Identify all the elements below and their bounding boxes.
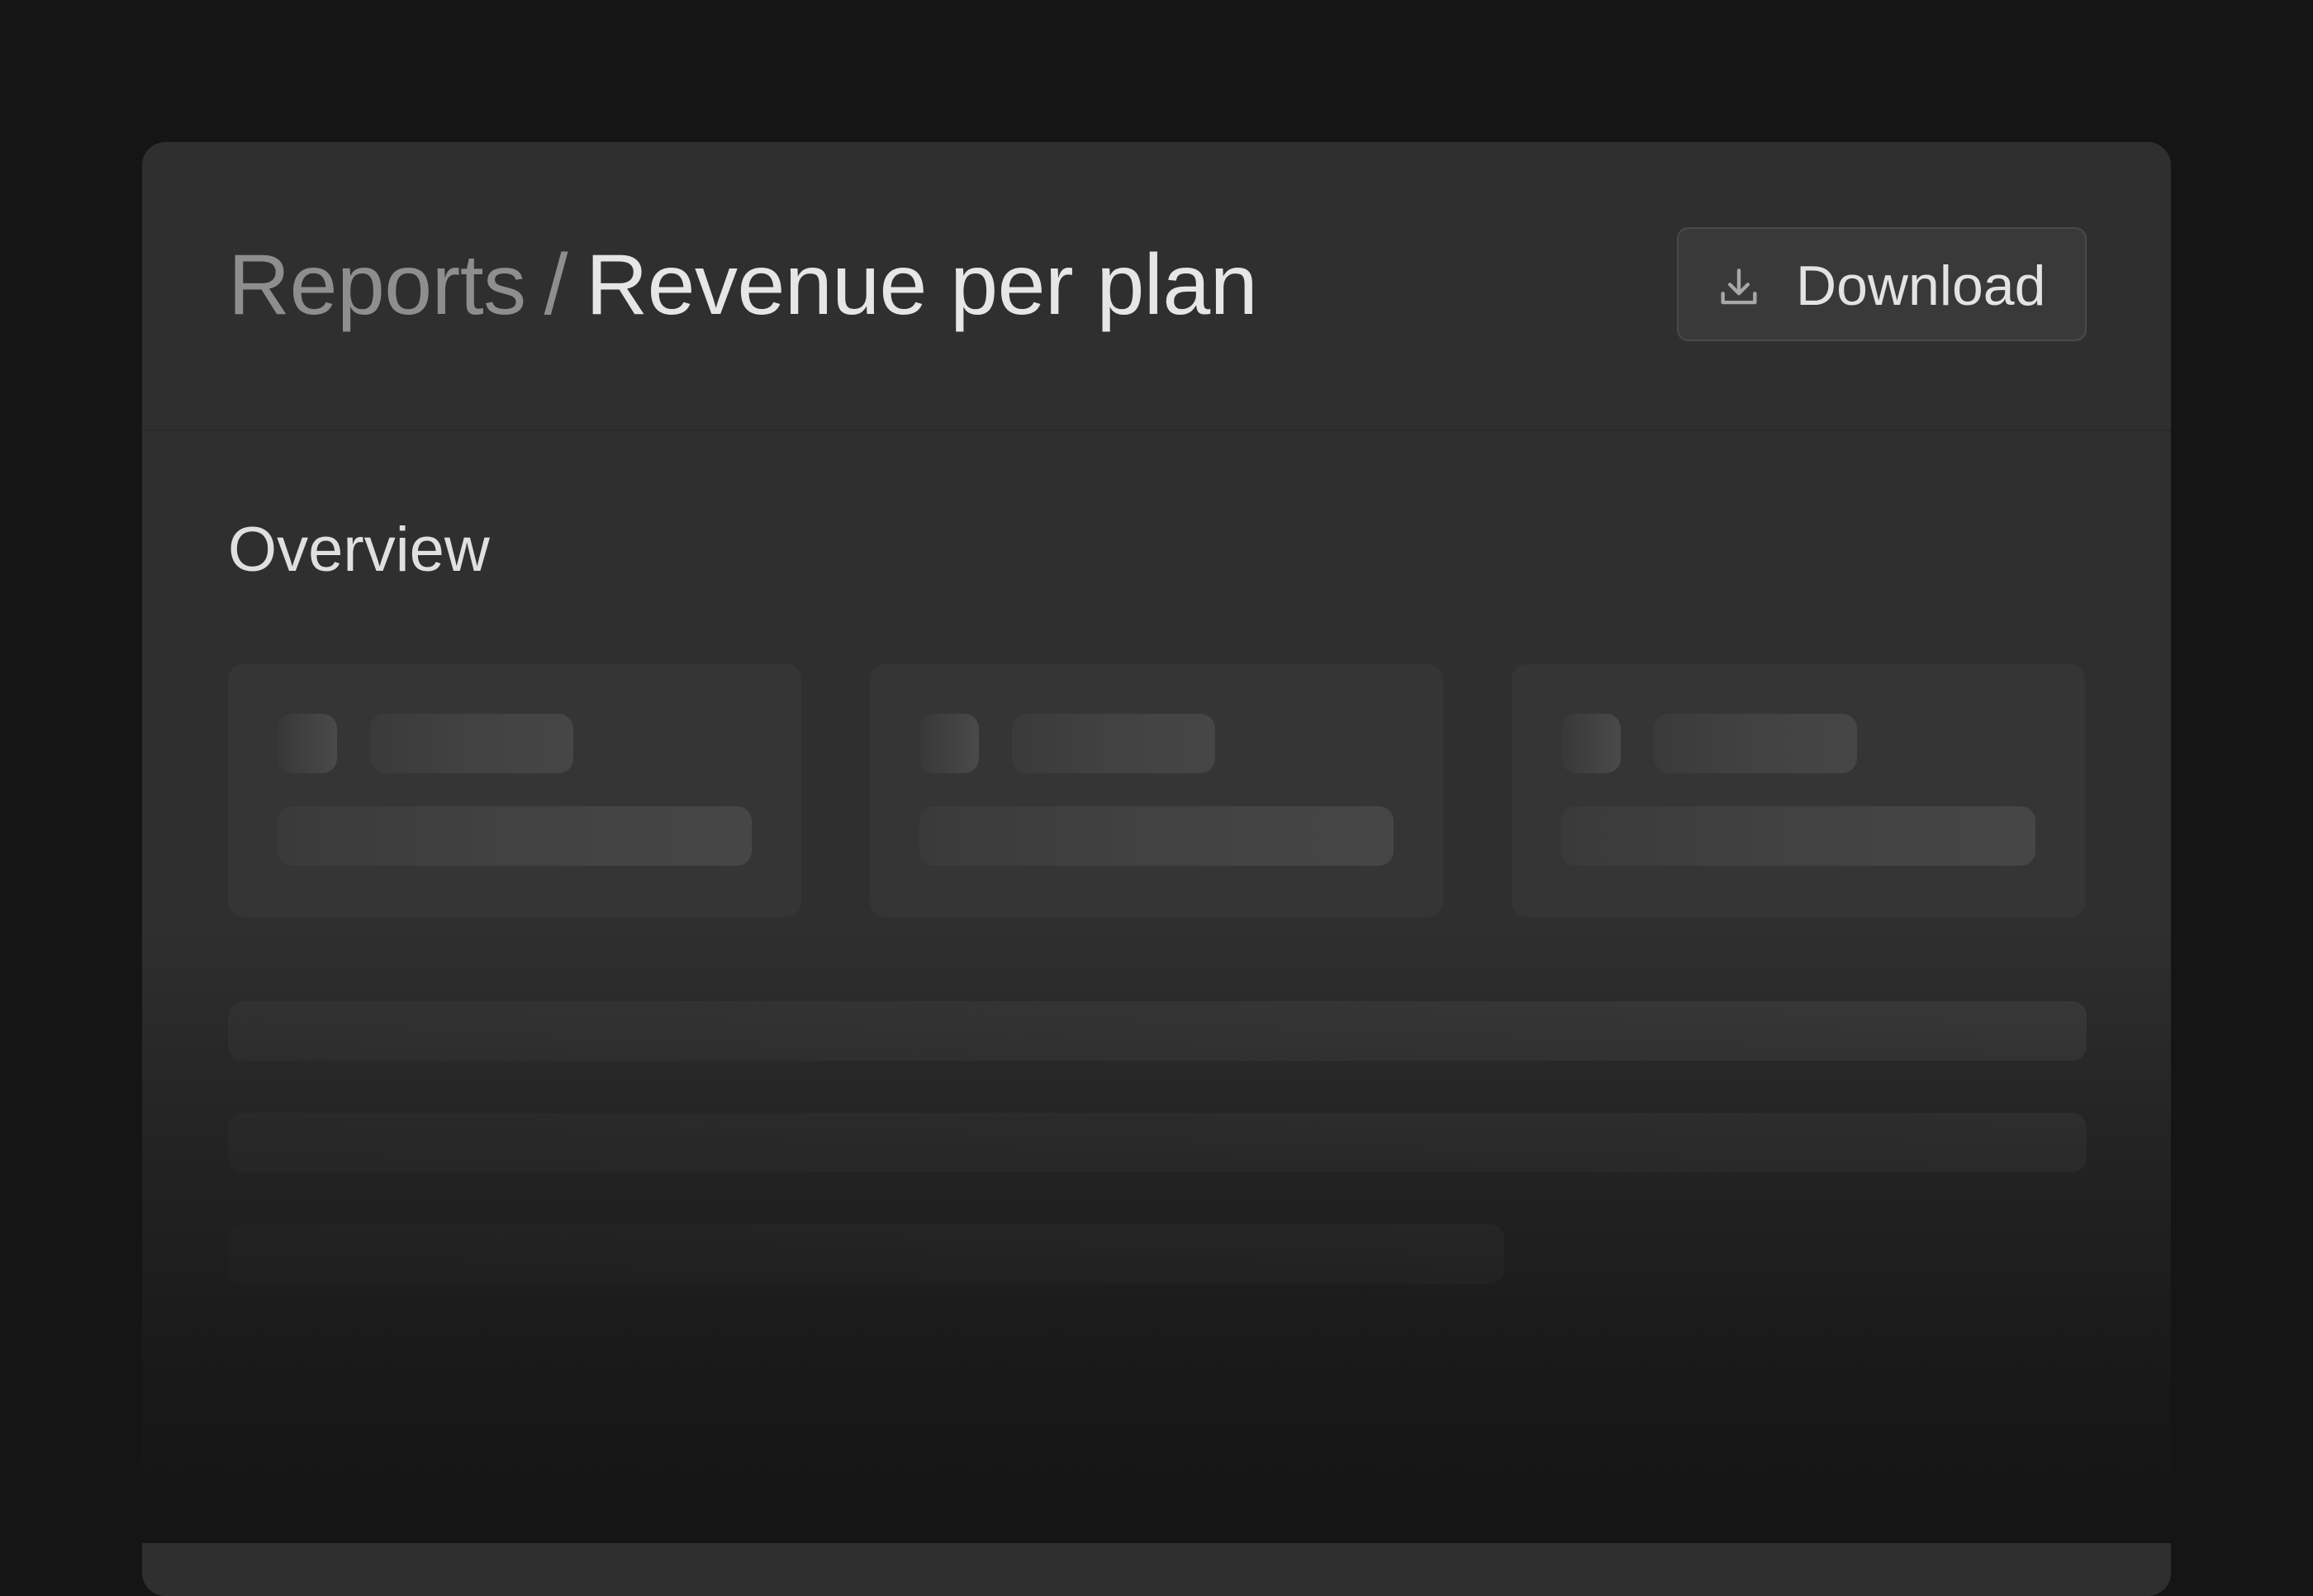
skeleton-icon-placeholder xyxy=(1561,714,1621,773)
download-icon xyxy=(1721,268,1757,305)
skeleton-title-placeholder xyxy=(1654,714,1857,773)
skeleton-value-placeholder xyxy=(919,806,1394,866)
skeleton-icon-placeholder xyxy=(278,714,337,773)
panel-header: Reports / Revenue per plan Download xyxy=(142,142,2171,431)
skeleton-icon-placeholder xyxy=(919,714,979,773)
skeleton-title-placeholder xyxy=(370,714,573,773)
page-title: Revenue per plan xyxy=(586,237,1258,333)
stat-card-skeleton xyxy=(228,664,801,917)
skeleton-title-placeholder xyxy=(1012,714,1215,773)
skeleton-line-placeholder xyxy=(228,1001,2087,1061)
skeleton-value-placeholder xyxy=(278,806,752,866)
download-button-label: Download xyxy=(1796,254,2046,317)
download-button[interactable]: Download xyxy=(1677,227,2087,341)
report-panel: Reports / Revenue per plan Download Overvi… xyxy=(142,142,2171,1596)
stat-card-skeleton xyxy=(1512,664,2085,917)
skeleton-line-placeholder xyxy=(228,1224,1504,1284)
breadcrumb-separator: / xyxy=(544,237,568,333)
breadcrumb: Reports / Revenue per plan xyxy=(228,237,1258,333)
section-title-overview: Overview xyxy=(228,515,490,585)
stat-card-skeleton xyxy=(870,664,1443,917)
skeleton-line-placeholder xyxy=(228,1113,2087,1172)
breadcrumb-reports-link[interactable]: Reports xyxy=(228,237,526,333)
skeleton-value-placeholder xyxy=(1561,806,2035,866)
